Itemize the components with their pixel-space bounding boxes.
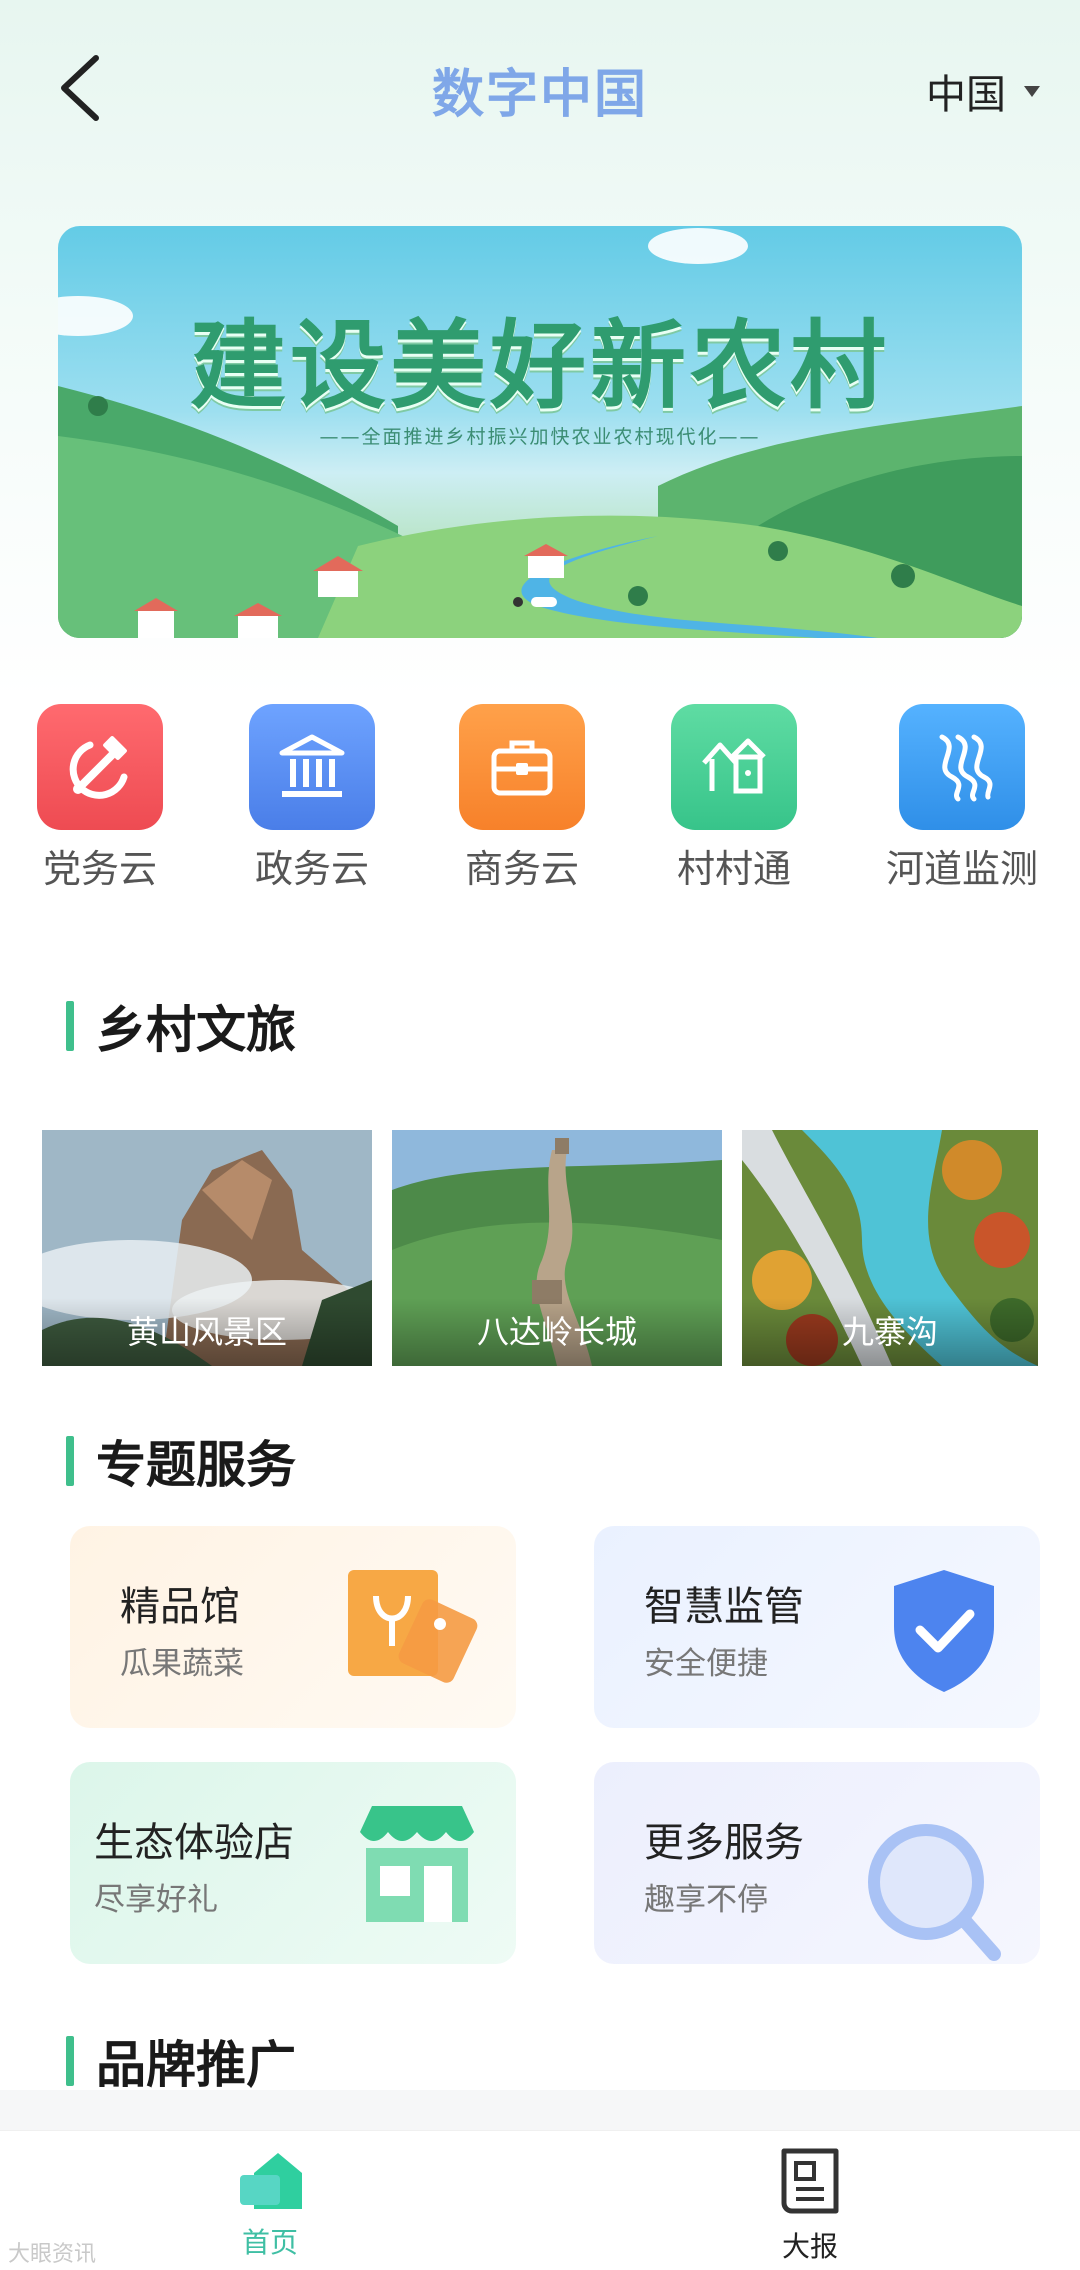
shield-check-icon [894,1570,994,1692]
scenic-name: 黄山风景区 [42,1298,372,1366]
section-accent-bar [66,1001,74,1051]
store-icon [360,1806,474,1922]
quick-links: 党务云 政务云 商务云 村村通 河道监测 [0,704,1080,894]
service-title: 更多服务 [644,1820,804,1866]
service-title: 智慧监管 [644,1584,804,1630]
scenic-card-badaling[interactable]: 八达岭长城 [392,1130,722,1366]
service-card-smart-supervision[interactable]: 智慧监管 安全便捷 [594,1526,1040,1728]
page-title: 数字中国 [431,65,648,125]
quick-link-label: 商务云 [464,847,579,891]
price-tag-icon [348,1570,478,1683]
service-subtitle: 尽享好礼 [94,1882,218,1918]
briefcase-icon [459,704,585,830]
quick-link-village[interactable]: 村村通 [644,704,824,893]
quick-link-label: 河道监测 [885,847,1038,891]
carousel-dots [513,597,557,607]
content-divider [0,2090,1080,2130]
scenic-name: 九寨沟 [742,1298,1038,1366]
quick-link-party-cloud[interactable]: 党务云 [10,704,190,893]
nav-label: 首页 [241,2226,298,2259]
nav-label: 大报 [781,2230,838,2263]
scenic-name: 八达岭长城 [392,1298,722,1366]
party-emblem-icon [37,704,163,830]
caret-down-icon [1024,85,1040,97]
scenic-list: 黄山风景区 八达岭长城 九寨沟 [42,1130,1042,1366]
section-title-tourism: 乡村文旅 [66,990,296,1062]
region-label: 中国 [926,72,1006,118]
section-title-text: 专题服务 [96,1436,296,1494]
quick-link-commerce-cloud[interactable]: 商务云 [432,704,612,893]
service-title: 精品馆 [120,1584,240,1630]
section-accent-bar [66,2036,74,2086]
government-building-icon [249,704,375,830]
region-dropdown[interactable]: 中国 [926,62,1040,120]
banner-subtitle: ——全面推进乡村振兴加快农业农村现代化—— [319,426,761,448]
service-subtitle: 瓜果蔬菜 [120,1646,244,1682]
quick-link-gov-cloud[interactable]: 政务云 [222,704,402,893]
service-subtitle: 安全便捷 [644,1646,768,1682]
home-icon [240,2153,302,2209]
section-title-text: 乡村文旅 [96,1001,296,1059]
app-header: 数字中国 中国 [0,0,1080,180]
section-accent-bar [66,1436,74,1486]
carousel-dot[interactable] [513,597,523,607]
village-house-icon [671,704,797,830]
nav-item-home[interactable]: 首页 [190,2147,350,2261]
bottom-nav: 首页 大报 [0,2130,1080,2270]
section-title-text: 品牌推广 [96,2036,296,2094]
service-card-eco-store[interactable]: 生态体验店 尽享好礼 [70,1762,516,1964]
newspaper-icon [781,2148,839,2214]
service-card-boutique[interactable]: 精品馆 瓜果蔬菜 [70,1526,516,1728]
banner-title: 建设美好新农村 [190,310,890,422]
carousel-dot-active[interactable] [531,597,557,607]
quick-link-label: 党务云 [42,847,157,891]
quick-link-river-monitor[interactable]: 河道监测 [872,704,1052,893]
section-title-brand: 品牌推广 [66,2025,296,2097]
quick-link-label: 村村通 [676,847,791,891]
service-subtitle: 趣享不停 [644,1882,768,1918]
quick-link-label: 政务云 [254,847,369,891]
river-icon [899,704,1025,830]
scenic-card-jiuzhaigou[interactable]: 九寨沟 [742,1130,1038,1366]
nav-item-newspaper[interactable]: 大报 [730,2147,890,2265]
banner-carousel[interactable]: 建设美好新农村 ——全面推进乡村振兴加快农业农村现代化—— [58,226,1022,638]
section-title-services: 专题服务 [66,1425,296,1497]
watermark: 大眼资讯 [8,2242,97,2267]
scenic-card-huangshan[interactable]: 黄山风景区 [42,1130,372,1366]
service-card-more[interactable]: 更多服务 趣享不停 [594,1762,1040,1964]
magnifier-icon [868,1824,1001,1961]
service-title: 生态体验店 [94,1820,294,1866]
